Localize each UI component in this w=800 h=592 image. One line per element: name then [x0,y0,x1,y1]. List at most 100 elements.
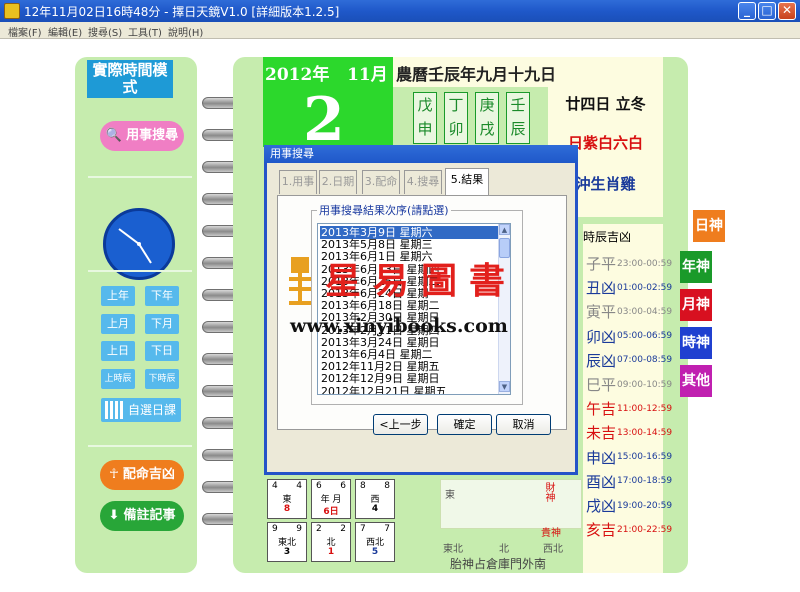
prev-step-button[interactable]: <上一步 [373,414,428,435]
next-day-button[interactable]: 下日 [145,341,179,361]
cell-base-star: 1 [327,547,335,557]
ganzhi-hour: 戊申 [413,92,437,144]
tab-step5[interactable]: 5.結果 [445,168,489,195]
flying-star-cell: 22北1 [311,522,351,562]
chart-northwest: 西北 [543,544,563,555]
date-display: 2012年 11月 2 [263,57,393,155]
custom-calendar-label: 自選日課 [128,403,177,417]
hour-name: 辰凶 [586,351,617,370]
hour-row[interactable]: 辰凶07:00-08:59 [586,350,672,376]
year-value: 2012年 [265,65,330,85]
calendar-icon [105,401,125,419]
hour-time: 05:00-06:59 [617,331,673,342]
hour-row[interactable]: 卯凶05:00-06:59 [586,326,672,352]
hour-name: 寅平 [586,303,617,322]
flying-star-cell: 66年 月 6日 [311,479,351,519]
tab-step2[interactable]: 2.日期 [319,170,357,194]
mode-label[interactable]: 實際時間模式 [87,60,173,98]
hour-deity-button[interactable]: 時神 [680,327,712,359]
hour-name: 酉凶 [586,472,617,491]
hour-row[interactable]: 未吉13:00-14:59 [586,422,672,448]
fetus-deity-footer: 胎神占倉庫門外南 [450,557,547,571]
close-button[interactable]: ✕ [778,2,796,20]
chart-noble-deity: 貴神 [541,528,561,539]
month-value: 11月 [347,65,388,85]
cell-water-star: 8 [384,481,390,491]
result-item[interactable]: 2012年12月21日 星期五 [320,385,498,394]
prev-day-button[interactable]: 上日 [101,341,135,361]
hour-name: 未吉 [586,424,617,443]
prev-year-button[interactable]: 上年 [101,286,135,306]
menu-edit[interactable]: 編輯(E) [48,24,82,39]
watermark-text: 星易圖書 [325,260,518,302]
year-deity-button[interactable]: 年神 [680,251,712,283]
next-hour-button[interactable]: 下時辰 [145,369,179,389]
hour-name: 午吉 [586,400,617,419]
prev-hour-button[interactable]: 上時辰 [101,369,135,389]
hour-row[interactable]: 酉凶17:00-18:59 [586,471,672,497]
cell-water-star: 4 [296,481,302,491]
tab-step1[interactable]: 1.用事 [279,170,317,194]
app-icon [4,3,20,19]
results-group-label: 用事搜尋結果次序(請點選) [317,202,451,218]
result-item[interactable]: 2013年3月24日 星期日 [320,336,498,349]
search-dialog: 用事搜尋 1.用事 2.日期 3.配命 4.搜尋 5.結果 用事搜尋結果次序(請… [264,145,578,475]
month-deity-button[interactable]: 月神 [680,289,712,321]
day-deity-button[interactable]: 日神 [693,210,725,242]
results-scrollbar[interactable]: ▲ ▼ [498,224,510,394]
flying-star-cell: 7 7 西北 5 [355,522,395,562]
hour-row[interactable]: 子平23:00-00:59 [586,253,672,279]
cell-mountain-star: 2 [316,524,322,534]
tab-step3[interactable]: 3.配命 [362,170,400,194]
hour-time: 07:00-08:59 [617,355,673,366]
hour-row[interactable]: 巳平09:00-10:59 [586,374,672,400]
memo-button[interactable]: ⬇ 備註記事 [100,501,184,531]
tab-step4[interactable]: 4.搜尋 [404,170,442,194]
dialog-title: 用事搜尋 [264,145,578,163]
menu-search[interactable]: 搜尋(S) [88,24,122,39]
flying-star-cell: 9 9 東北 3 [267,522,307,562]
hour-row[interactable]: 午吉11:00-12:59 [586,398,672,424]
divider [88,270,192,272]
minimize-button[interactable]: _ [738,2,756,20]
hour-row[interactable]: 寅平03:00-04:59 [586,301,672,327]
scroll-down-icon[interactable]: ▼ [499,381,510,392]
cell-base-star: 3 [283,547,291,557]
cell-water-star: 6 [340,481,346,491]
clock-face-icon [118,228,152,264]
match-fortune-button[interactable]: ☥ 配命吉凶 [100,460,184,490]
results-listbox[interactable]: 2013年3月9日 星期六 2013年5月8日 星期三 2013年6月1日 星期六 2… [317,223,511,395]
watermark-url: www.xinyibooks.com [290,315,508,337]
next-year-button[interactable]: 下年 [145,286,179,306]
search-icon: 🔍 [105,128,123,143]
hour-row[interactable]: 亥吉21:00-22:59 [586,519,672,545]
menu-file[interactable]: 檔案(F) [8,24,42,39]
next-month-button[interactable]: 下月 [145,314,179,334]
ok-button[interactable]: 確定 [437,414,492,435]
cell-mountain-star: 6 [316,481,322,491]
hour-row[interactable]: 丑凶01:00-02:59 [586,277,672,303]
cell-mountain-star: 4 [272,481,278,491]
hour-name: 戌凶 [586,497,617,515]
custom-calendar-button[interactable]: 自選日課 [101,398,181,422]
menu-tools[interactable]: 工具(T) [128,24,162,39]
hour-name: 子平 [586,255,617,273]
cell-mountain-star: 8 [360,481,366,491]
prev-month-button[interactable]: 上月 [101,314,135,334]
hour-name: 卯凶 [586,327,617,346]
cancel-button[interactable]: 取消 [496,414,551,435]
chart-wealth-deity: 財神 [543,482,554,502]
result-item[interactable]: 2012年12月9日 星期日 [320,372,498,385]
maximize-button[interactable]: □ [758,2,776,20]
lunar-date: 農曆壬辰年九月十九日 [396,65,557,84]
menu-bar: 檔案(F) 編輯(E) 搜尋(S) 工具(T) 說明(H) [0,22,800,39]
other-deity-button[interactable]: 其他 [680,365,712,397]
scroll-up-icon[interactable]: ▲ [499,224,510,235]
chart-northeast: 東北 [443,544,463,555]
search-button[interactable]: 🔍 用事搜尋 [100,121,184,151]
menu-help[interactable]: 說明(H) [168,24,203,39]
hour-row[interactable]: 戌凶19:00-20:59 [586,495,672,521]
feng-shui-chart: 東 東北 北 西北 財神 貴神 [440,479,582,555]
hour-time: 11:00-12:59 [617,403,673,414]
hour-row[interactable]: 申凶15:00-16:59 [586,447,672,473]
